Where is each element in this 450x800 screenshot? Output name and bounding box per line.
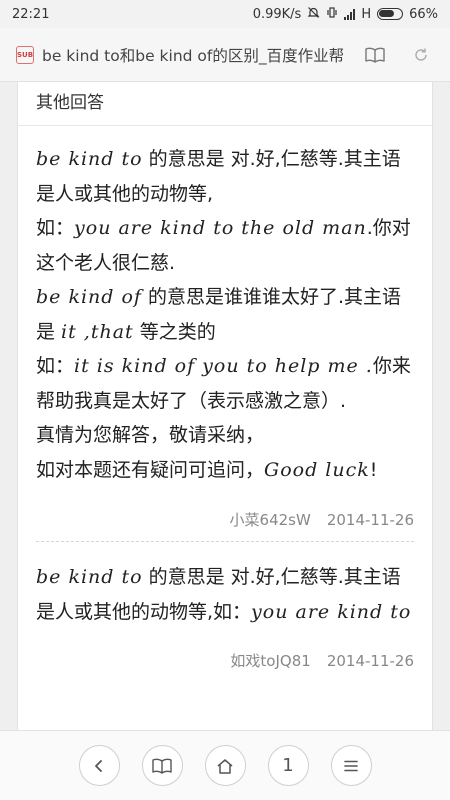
answer-english-text: you are kind to the old man (74, 217, 367, 239)
tab-count: 1 (282, 755, 294, 776)
refresh-icon[interactable] (404, 38, 438, 72)
answer-text: 如： (36, 355, 75, 377)
section-title: 其他回答 (18, 82, 432, 126)
bookmarks-button[interactable] (141, 745, 183, 786)
answer-date: 2014-11-26 (326, 511, 414, 529)
answer-date: 2014-11-26 (326, 652, 414, 670)
battery-percent: 66% (409, 6, 438, 22)
reader-mode-icon[interactable] (358, 38, 392, 72)
bookmarks-icon (152, 758, 172, 774)
answer-text: 如： (36, 217, 75, 239)
menu-button[interactable] (330, 745, 372, 786)
answer-text: ! (369, 458, 378, 481)
site-favicon: SUB (16, 45, 34, 64)
status-bar: 22:21 0.99K/s H 66% (0, 0, 450, 28)
answer-english-text: it is kind of you to help me . (74, 355, 373, 377)
answer-english-text: it ,that (61, 320, 134, 343)
network-speed: 0.99K/s (252, 6, 302, 22)
home-button[interactable] (204, 745, 246, 786)
answer-text: 真情为您解答，敬请采纳， (36, 424, 265, 446)
tabs-button[interactable]: 1 (267, 745, 309, 786)
answer-english-text: Good luck (264, 458, 370, 481)
network-type: H (361, 6, 372, 22)
signal-icon (344, 8, 356, 20)
home-icon (217, 758, 233, 774)
answer-english-text: be kind of (36, 286, 142, 308)
answer-english-text: be kind to (36, 566, 143, 588)
bottom-nav: 1 (0, 730, 450, 800)
answer-english-text: you are kind to (251, 600, 412, 623)
vibrate-icon (326, 6, 338, 23)
answers-card: 其他回答 be kind to 的意思是 对.好,仁慈等.其主语是人或其他的动物… (17, 82, 433, 730)
battery-icon (377, 8, 404, 20)
back-icon (95, 759, 102, 772)
answer-body: be kind to 的意思是 对.好,仁慈等.其主语是人或其他的动物等,如：y… (18, 542, 432, 646)
page-title[interactable]: be kind to和be kind of的区别_百度作业帮 (42, 44, 346, 66)
mute-icon (307, 6, 320, 23)
answer-english-text: be kind to (36, 148, 143, 170)
answer-text: 等之类的 (133, 320, 216, 343)
answer-meta: 如戏toJQ81 2014-11-26 (18, 650, 432, 671)
answer-author[interactable]: 小菜642sW (230, 511, 311, 529)
menu-icon (344, 760, 358, 771)
answer-author[interactable]: 如戏toJQ81 (230, 652, 310, 670)
address-bar[interactable]: SUB be kind to和be kind of的区别_百度作业帮 (0, 28, 450, 82)
answer-meta: 小菜642sW 2014-11-26 (18, 509, 432, 539)
answer-text: 如对本题还有疑问可追问， (36, 458, 265, 481)
status-indicators: 0.99K/s H 66% (253, 6, 438, 23)
status-time: 22:21 (12, 6, 50, 22)
answer-body: be kind to 的意思是 对.好,仁慈等.其主语是人或其他的动物等,如：y… (18, 126, 432, 487)
back-button[interactable] (78, 745, 120, 786)
